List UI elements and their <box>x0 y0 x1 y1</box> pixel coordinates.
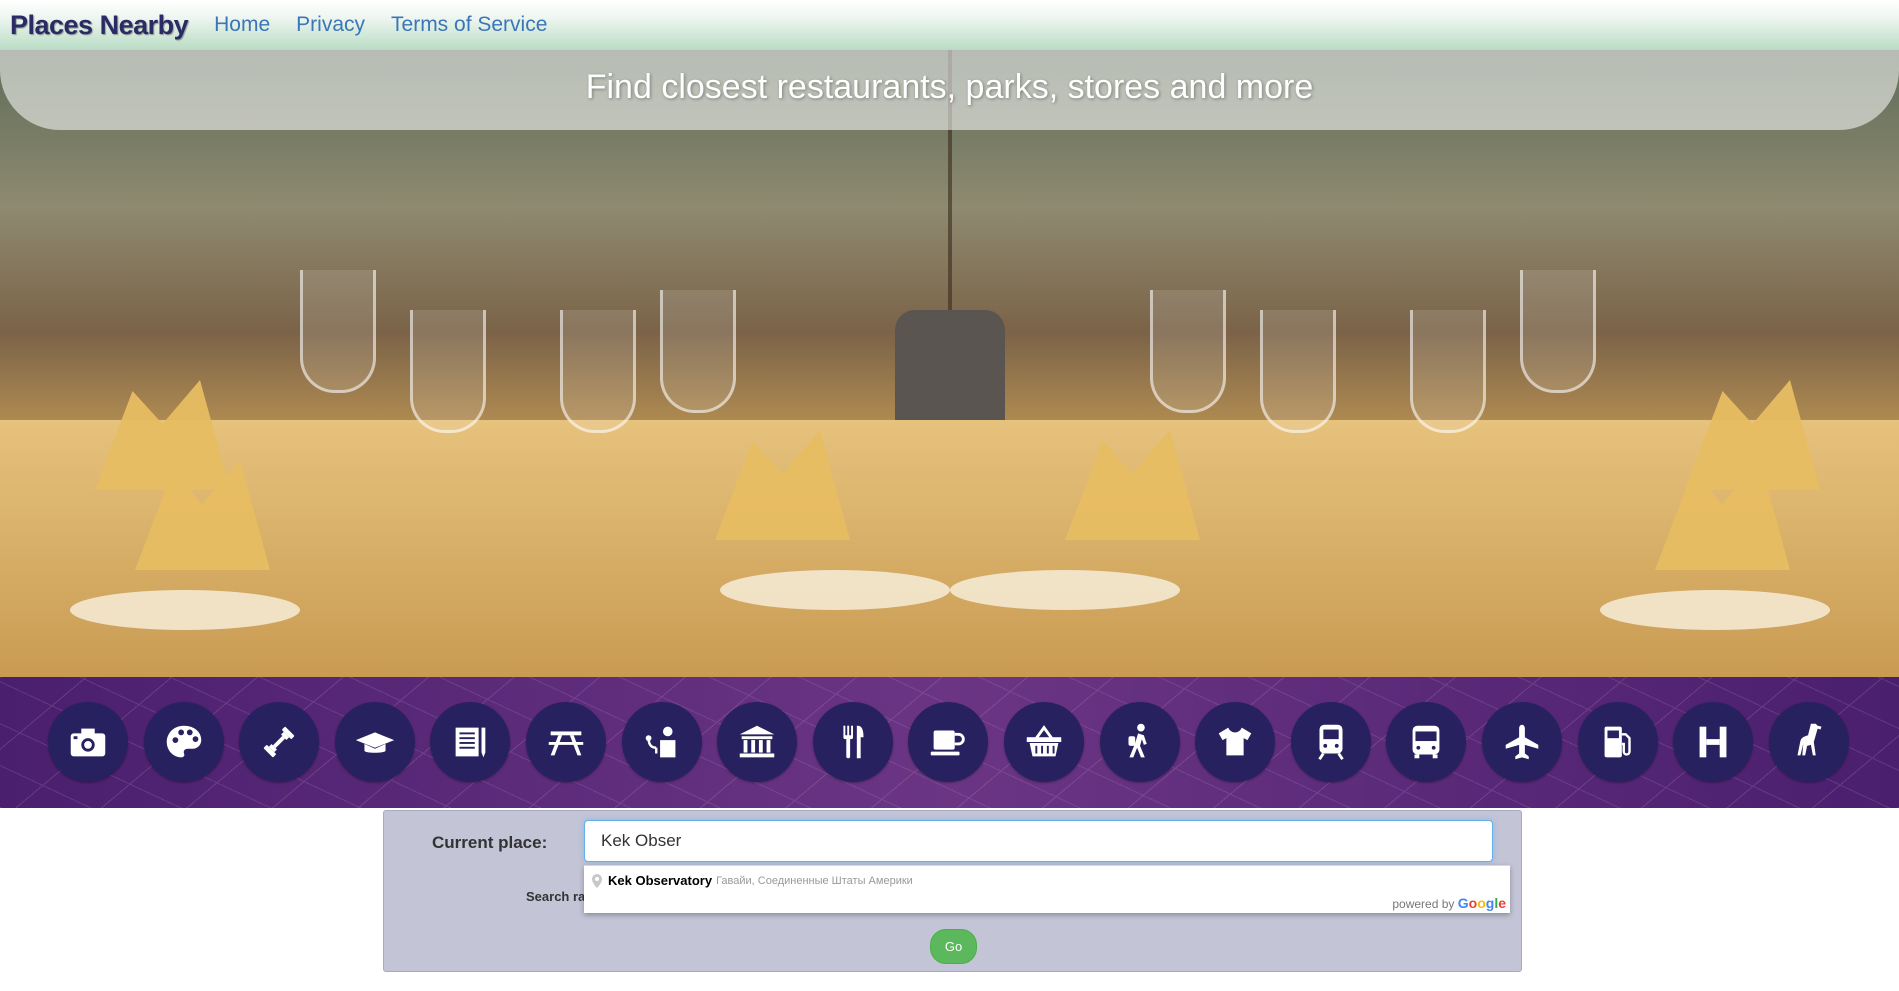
doctor-icon <box>645 726 675 758</box>
palette-icon <box>166 725 201 758</box>
gas-station-icon <box>1604 726 1631 758</box>
zoo-icon <box>1797 723 1822 756</box>
hero-table-image <box>0 420 1899 677</box>
hero-plate <box>70 590 300 630</box>
current-place-input[interactable] <box>584 820 1493 862</box>
nav-link-home[interactable]: Home <box>214 13 270 37</box>
category-park-button[interactable] <box>525 702 606 782</box>
current-place-label: Current place: <box>432 833 548 852</box>
category-clothing-button[interactable] <box>1195 702 1276 782</box>
category-restaurant-button[interactable] <box>812 702 893 782</box>
hero-banner: Find closest restaurants, parks, stores … <box>0 50 1899 677</box>
hero-glass <box>1260 310 1336 433</box>
hero-glass <box>300 270 376 393</box>
category-hiking-button[interactable] <box>1099 702 1180 782</box>
hiking-icon <box>1128 723 1147 758</box>
top-navbar: Places Nearby Home Privacy Terms of Serv… <box>0 0 1899 50</box>
powered-by-text: powered by <box>1392 897 1455 911</box>
train-icon <box>1318 724 1344 761</box>
hero-tagline: Find closest restaurants, parks, stores … <box>585 68 1314 106</box>
brand-logo[interactable]: Places Nearby <box>10 10 189 41</box>
autocomplete-suggestion[interactable]: Kek Observatory Гавайи, Соединенные Штат… <box>592 873 913 888</box>
hero-glass <box>1410 310 1486 433</box>
picnic-table-icon <box>548 731 584 756</box>
hero-glass <box>410 310 486 433</box>
coffee-icon <box>931 730 966 756</box>
search-radius-label: Search ra <box>526 889 586 904</box>
category-gym-button[interactable] <box>239 702 320 782</box>
go-button[interactable]: Go <box>930 929 977 964</box>
category-camera-button[interactable] <box>48 702 128 782</box>
nav-link-privacy[interactable]: Privacy <box>296 13 365 37</box>
bus-icon <box>1412 725 1440 759</box>
category-hotel-button[interactable] <box>1673 702 1754 782</box>
category-museum-button[interactable] <box>717 702 798 782</box>
category-buttons <box>48 702 1849 782</box>
google-logo: Google <box>1457 895 1506 911</box>
category-gas-station-button[interactable] <box>1577 702 1658 782</box>
hero-plate <box>950 570 1180 610</box>
category-train-button[interactable] <box>1290 702 1371 782</box>
graduation-cap-icon <box>355 732 394 753</box>
category-bus-button[interactable] <box>1386 702 1467 782</box>
hotel-icon <box>1699 726 1727 758</box>
clothing-icon <box>1218 727 1252 756</box>
suggestion-main-text: Kek Observatory <box>608 873 713 888</box>
hero-plate <box>1600 590 1830 630</box>
category-university-button[interactable] <box>334 702 415 782</box>
category-doctor-button[interactable] <box>621 702 702 782</box>
camera-icon <box>70 728 106 757</box>
category-store-button[interactable] <box>1003 702 1084 782</box>
hero-glass <box>1150 290 1226 413</box>
category-art-button[interactable] <box>143 702 224 782</box>
library-icon <box>456 727 486 758</box>
autocomplete-dropdown: Kek Observatory Гавайи, Соединенные Штат… <box>584 865 1510 913</box>
search-form: Current place: Search ra Kek Observatory… <box>383 810 1522 972</box>
museum-icon <box>739 725 775 758</box>
category-cafe-button[interactable] <box>908 702 989 782</box>
restaurant-icon <box>843 725 864 759</box>
hero-glass <box>560 310 636 433</box>
shopping-basket-icon <box>1026 725 1062 757</box>
map-pin-icon <box>592 873 602 888</box>
category-airport-button[interactable] <box>1481 702 1562 782</box>
suggestion-secondary-text: Гавайи, Соединенные Штаты Америки <box>716 874 913 887</box>
powered-by-google: powered by Google <box>1392 895 1506 911</box>
hero-glass <box>1520 270 1596 393</box>
nav-link-terms[interactable]: Terms of Service <box>391 13 547 37</box>
hero-glass <box>660 290 736 413</box>
dumbbell-icon <box>263 726 295 758</box>
hero-plate <box>720 570 950 610</box>
category-bar <box>0 677 1899 808</box>
category-library-button[interactable] <box>430 702 511 782</box>
airplane-icon <box>1505 724 1539 760</box>
category-zoo-button[interactable] <box>1768 702 1849 782</box>
